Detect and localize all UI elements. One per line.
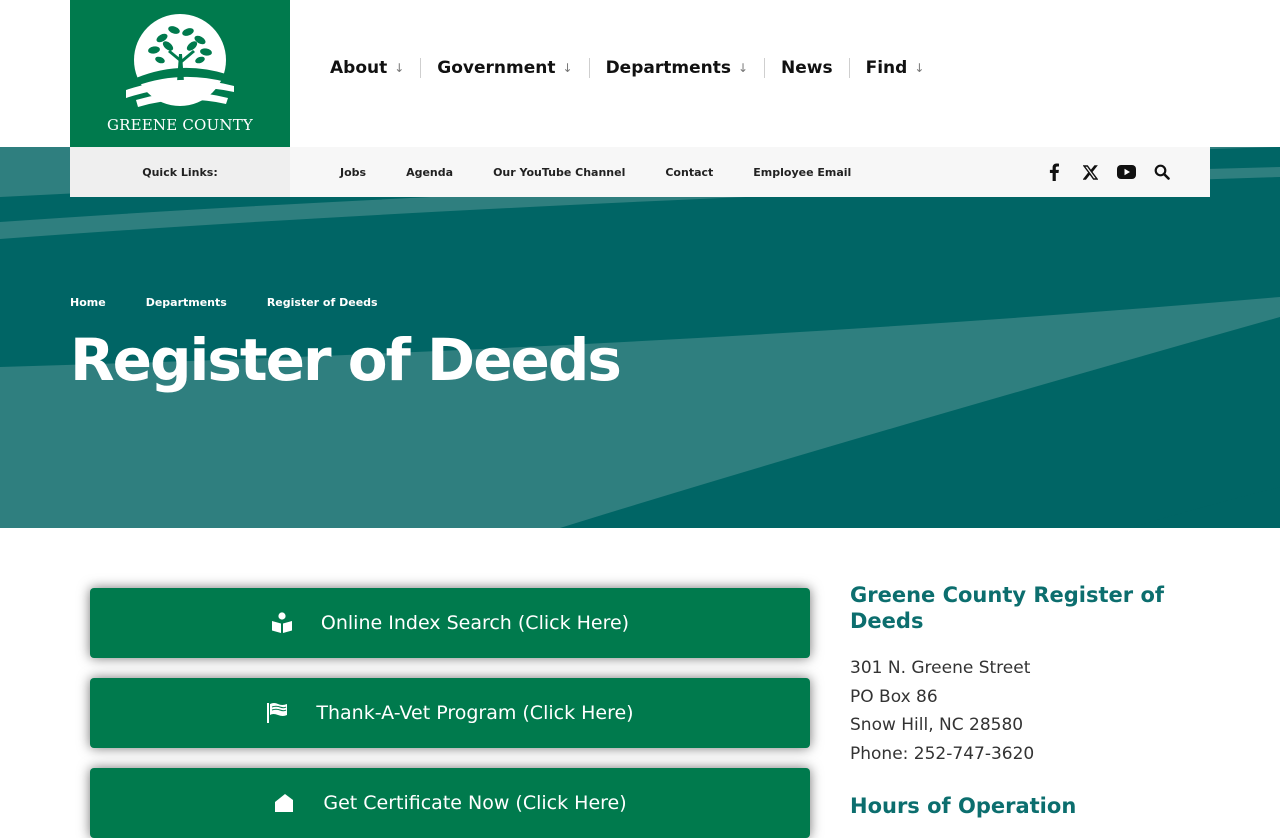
address-block: 301 N. Greene Street PO Box 86 Snow Hill… xyxy=(850,654,1170,768)
quick-links-label: Quick Links: xyxy=(70,147,290,197)
nav-item-find[interactable]: Find ↓ xyxy=(866,58,925,78)
hours-heading: Hours of Operation xyxy=(850,794,1077,818)
get-certificate-button[interactable]: Get Certificate Now (Click Here) xyxy=(90,768,810,838)
flag-icon xyxy=(266,702,288,724)
nav-divider xyxy=(588,58,590,78)
nav-label: Government xyxy=(437,58,556,78)
facebook-icon[interactable] xyxy=(1044,162,1064,182)
logo-text: GREENE COUNTY xyxy=(106,116,254,134)
quick-links-bar: Quick Links: Jobs Agenda Our YouTube Cha… xyxy=(70,147,1210,197)
address-city: Snow Hill, NC 28580 xyxy=(850,715,1024,735)
book-reader-icon xyxy=(271,612,293,634)
nav-divider xyxy=(848,58,850,78)
nav-label: About xyxy=(330,58,388,78)
quick-links-list: Jobs Agenda Our YouTube Channel Contact … xyxy=(340,166,891,179)
social-icons xyxy=(1028,147,1172,197)
button-label: Thank-A-Vet Program (Click Here) xyxy=(316,702,634,724)
quick-link-contact[interactable]: Contact xyxy=(665,166,713,179)
breadcrumb: Home Departments Register of Deeds xyxy=(70,296,418,309)
contact-sidebar: Greene County Register of Deeds 301 N. G… xyxy=(850,582,1170,818)
nav-label: Departments xyxy=(605,58,731,78)
search-icon[interactable] xyxy=(1152,162,1172,182)
nav-label: Find xyxy=(865,58,908,78)
nav-divider xyxy=(420,58,422,78)
down-arrow-icon: ↓ xyxy=(562,61,573,75)
quick-link-jobs[interactable]: Jobs xyxy=(340,166,366,179)
quick-link-agenda[interactable]: Agenda xyxy=(406,166,453,179)
breadcrumb-departments[interactable]: Departments xyxy=(146,296,227,309)
nav-divider xyxy=(764,58,766,78)
online-index-search-button[interactable]: Online Index Search (Click Here) xyxy=(90,588,810,658)
nav-item-about[interactable]: About ↓ xyxy=(330,58,404,78)
quick-link-employee-email[interactable]: Employee Email xyxy=(753,166,851,179)
thank-a-vet-button[interactable]: Thank-A-Vet Program (Click Here) xyxy=(90,678,810,748)
sidebar-title: Greene County Register of Deeds xyxy=(850,583,1165,633)
breadcrumb-current: Register of Deeds xyxy=(266,296,378,309)
site-logo[interactable]: GREENE COUNTY xyxy=(70,0,290,147)
nav-item-government[interactable]: Government ↓ xyxy=(437,58,572,78)
certificate-icon xyxy=(273,792,295,814)
down-arrow-icon: ↓ xyxy=(394,61,405,75)
down-arrow-icon: ↓ xyxy=(737,61,749,75)
quick-link-youtube-channel[interactable]: Our YouTube Channel xyxy=(493,166,625,179)
nav-item-departments[interactable]: Departments ↓ xyxy=(606,58,748,78)
address-street: 301 N. Greene Street xyxy=(850,658,1031,678)
site-header: GREENE COUNTY About ↓ Government ↓ Depar… xyxy=(0,0,1280,147)
address-po-box: PO Box 86 xyxy=(850,686,938,707)
button-label: Get Certificate Now (Click Here) xyxy=(323,792,627,814)
youtube-icon[interactable] xyxy=(1116,162,1136,182)
x-twitter-icon[interactable] xyxy=(1080,162,1100,182)
tree-logo-icon xyxy=(126,14,234,107)
nav-item-news[interactable]: News xyxy=(781,58,833,78)
main-nav: About ↓ Government ↓ Departments ↓ News … xyxy=(330,56,924,80)
breadcrumb-home[interactable]: Home xyxy=(70,296,106,309)
button-label: Online Index Search (Click Here) xyxy=(320,612,630,634)
address-phone: Phone: 252-747-3620 xyxy=(850,743,1035,764)
down-arrow-icon: ↓ xyxy=(914,61,925,75)
nav-label: News xyxy=(781,58,833,78)
page-title: Register of Deeds xyxy=(70,326,622,394)
